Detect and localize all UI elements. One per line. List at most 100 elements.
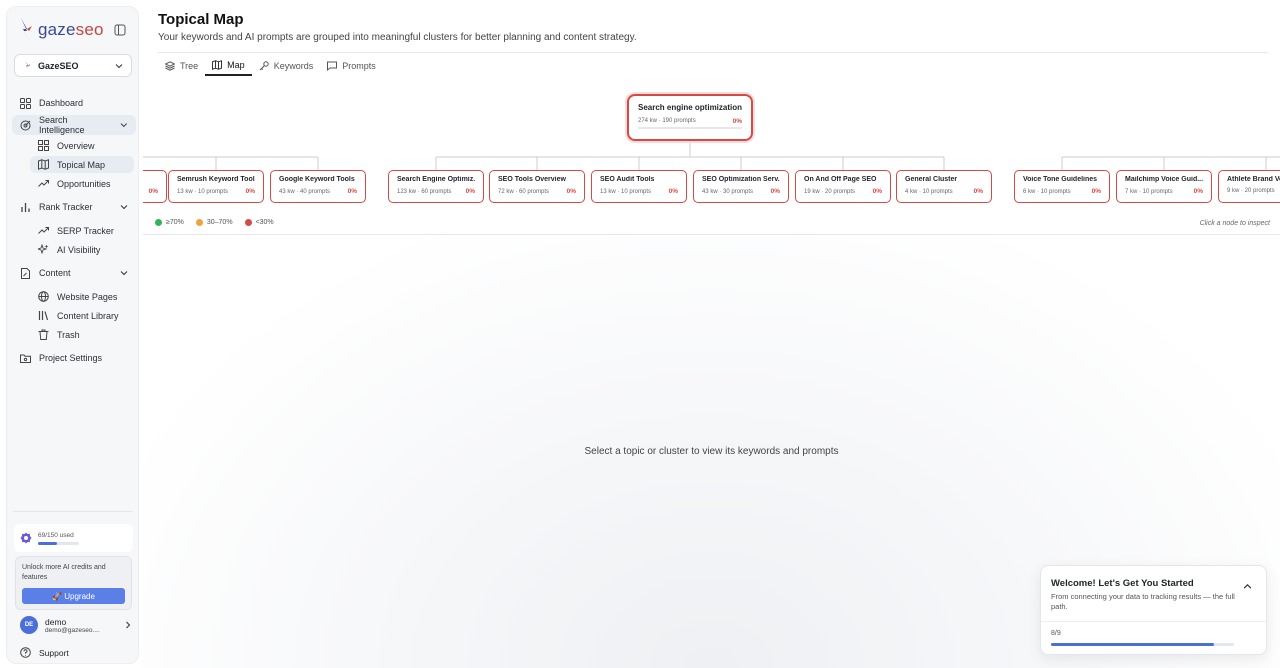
sidebar-item-ai-visibility[interactable]: AI Visibility: [30, 241, 134, 258]
sidebar-item-label: Website Pages: [57, 291, 118, 302]
map-legend: ≥70% 30–70% <30%: [155, 219, 274, 226]
cluster-node[interactable]: On And Off Page SEO 19 kw · 20 prompts 0%: [795, 170, 891, 203]
tab-label: Prompts: [342, 60, 376, 71]
search-intelligence-submenu: Overview Topical Map Opportunities: [30, 137, 134, 192]
project-logo-icon: [25, 59, 31, 72]
sidebar-item-serp-tracker[interactable]: SERP Tracker: [30, 222, 134, 239]
sidebar-item-content[interactable]: Content: [12, 263, 136, 283]
sidebar-item-label: Overview: [57, 140, 95, 151]
node-title: Search engine optimization: [638, 103, 743, 112]
sidebar-item-label: Dashboard: [39, 98, 84, 108]
user-email: demo@gazeseo....: [45, 626, 100, 634]
cluster-node[interactable]: General Cluster 4 kw · 10 prompts 0%: [896, 170, 992, 203]
node-progress-bar: [638, 127, 742, 129]
sidebar-item-overview[interactable]: Overview: [30, 137, 134, 154]
sidebar-item-dashboard[interactable]: Dashboard: [12, 93, 136, 113]
sidebar-divider: [13, 511, 133, 512]
onboarding-progress-label: 8/9: [1051, 630, 1061, 637]
sidebar-item-project-settings[interactable]: Project Settings: [12, 348, 136, 368]
node-title: …: [143, 176, 158, 183]
cluster-node[interactable]: Voice Tone Guidelines 6 kw · 10 prompts 0%: [1014, 170, 1110, 203]
support-label: Support: [39, 647, 69, 658]
project-name: GazeSEO: [38, 60, 79, 71]
cluster-node[interactable]: SEO Tools Overview 72 kw · 60 prompts 0%: [489, 170, 585, 203]
node-meta: 19 kw · 20 prompts: [804, 188, 856, 195]
cluster-node[interactable]: … 0%: [143, 170, 167, 203]
legend-item: <30%: [244, 219, 274, 226]
empty-state-message: Select a topic or cluster to view its ke…: [584, 446, 839, 457]
grid-icon: [38, 140, 49, 151]
node-percent: 0%: [668, 188, 678, 195]
node-percent: 0%: [148, 188, 158, 195]
tab-tree[interactable]: Tree: [158, 55, 205, 76]
folder-settings-icon: [20, 354, 31, 363]
map-icon: [212, 59, 223, 70]
upgrade-button[interactable]: 🚀 Upgrade: [22, 588, 125, 604]
cluster-node[interactable]: Athlete Brand Vo 9 kw · 20 prompts: [1218, 170, 1280, 203]
sidebar-item-topical-map[interactable]: Topical Map: [30, 156, 134, 173]
node-title: Athlete Brand Vo: [1227, 176, 1280, 183]
sidebar-item-trash[interactable]: Trash: [30, 326, 134, 343]
layers-icon: [165, 60, 175, 71]
tab-keywords[interactable]: Keywords: [252, 55, 321, 76]
tab-label: Keywords: [273, 60, 314, 71]
user-menu[interactable]: DE demo demo@gazeseo....: [20, 616, 132, 634]
trending-up-icon: [38, 180, 49, 187]
node-meta: 9 kw · 20 prompts: [1227, 188, 1275, 194]
node-title: Mailchimp Voice Guid...: [1125, 176, 1203, 183]
chevron-down-icon: [120, 271, 128, 276]
sidebar-item-website-pages[interactable]: Website Pages: [30, 288, 134, 305]
sidebar-item-rank-tracker[interactable]: Rank Tracker: [12, 197, 136, 217]
node-title: SEO Optimization Serv...: [702, 176, 780, 183]
root-topic-node[interactable]: Search engine optimization 274 kw · 190 …: [627, 94, 753, 141]
credits-label: 69/150 used: [38, 531, 74, 539]
sidebar-item-opportunities[interactable]: Opportunities: [30, 175, 134, 192]
chevron-down-icon: [115, 63, 123, 68]
radar-icon: [20, 120, 31, 130]
logo[interactable]: gazeseo: [18, 17, 104, 43]
node-meta: 72 kw · 60 prompts: [498, 188, 550, 195]
credits-badge-icon: [20, 532, 32, 544]
node-meta: 123 kw · 60 prompts: [397, 188, 452, 195]
node-title: SEO Tools Overview: [498, 176, 566, 183]
node-title: Search Engine Optimiz...: [397, 176, 475, 183]
project-selector[interactable]: GazeSEO: [14, 54, 132, 77]
cluster-node[interactable]: Semrush Keyword Tools 13 kw · 10 prompts 0…: [168, 170, 264, 203]
node-percent: 0%: [872, 188, 882, 195]
page-subtitle: Your keywords and AI prompts are grouped…: [158, 32, 637, 43]
chevron-down-icon: [120, 205, 128, 210]
support-link[interactable]: Support: [20, 647, 69, 658]
cluster-node[interactable]: SEO Audit Tools 13 kw · 10 prompts 0%: [591, 170, 687, 203]
chevron-down-icon: [120, 123, 128, 128]
sidebar-item-label: SERP Tracker: [57, 225, 114, 236]
key-icon: [259, 60, 269, 70]
sidebar-item-label: Search Intelligence: [39, 115, 85, 135]
header-divider: [158, 52, 1268, 53]
topic-map-canvas[interactable]: Search engine optimization 274 kw · 190 …: [143, 77, 1280, 234]
legend-item: 30–70%: [195, 219, 233, 226]
page-title: Topical Map: [158, 11, 244, 28]
tab-prompts[interactable]: Prompts: [320, 55, 383, 76]
tab-label: Map: [227, 59, 245, 70]
sidebar-item-content-library[interactable]: Content Library: [30, 307, 134, 324]
node-percent: 0%: [465, 188, 475, 195]
node-title: Voice Tone Guidelines: [1023, 176, 1098, 183]
cluster-node[interactable]: Search Engine Optimiz... 123 kw · 60 prom…: [388, 170, 484, 203]
globe-icon: [38, 291, 49, 302]
sidebar-item-search-intelligence[interactable]: Search Intelligence: [12, 115, 136, 135]
cluster-node[interactable]: Mailchimp Voice Guid... 7 kw · 10 prompts…: [1116, 170, 1212, 203]
sidebar-collapse-icon[interactable]: [114, 24, 126, 36]
tab-label: Tree: [180, 60, 199, 71]
legend-dot: [195, 219, 203, 226]
cluster-node[interactable]: Google Keyword Tools 43 kw · 40 prompts 0%: [270, 170, 366, 203]
upgrade-text: Unlock more AI credits and features: [22, 564, 106, 581]
sidebar: gazeseo GazeSEO Dashboard Search Intelli…: [6, 6, 139, 664]
tab-map[interactable]: Map: [205, 55, 252, 76]
onboarding-subtitle: From connecting your data to tracking re…: [1051, 592, 1235, 611]
cluster-node[interactable]: SEO Optimization Serv... 43 kw · 30 promp…: [693, 170, 789, 203]
node-percent: 0%: [973, 188, 983, 195]
onboarding-title: Welcome! Let's Get You Started: [1051, 578, 1194, 589]
content-submenu: Website Pages Content Library Trash: [30, 285, 134, 343]
trending-up-icon: [38, 227, 49, 234]
chevron-up-icon[interactable]: [1243, 582, 1252, 591]
